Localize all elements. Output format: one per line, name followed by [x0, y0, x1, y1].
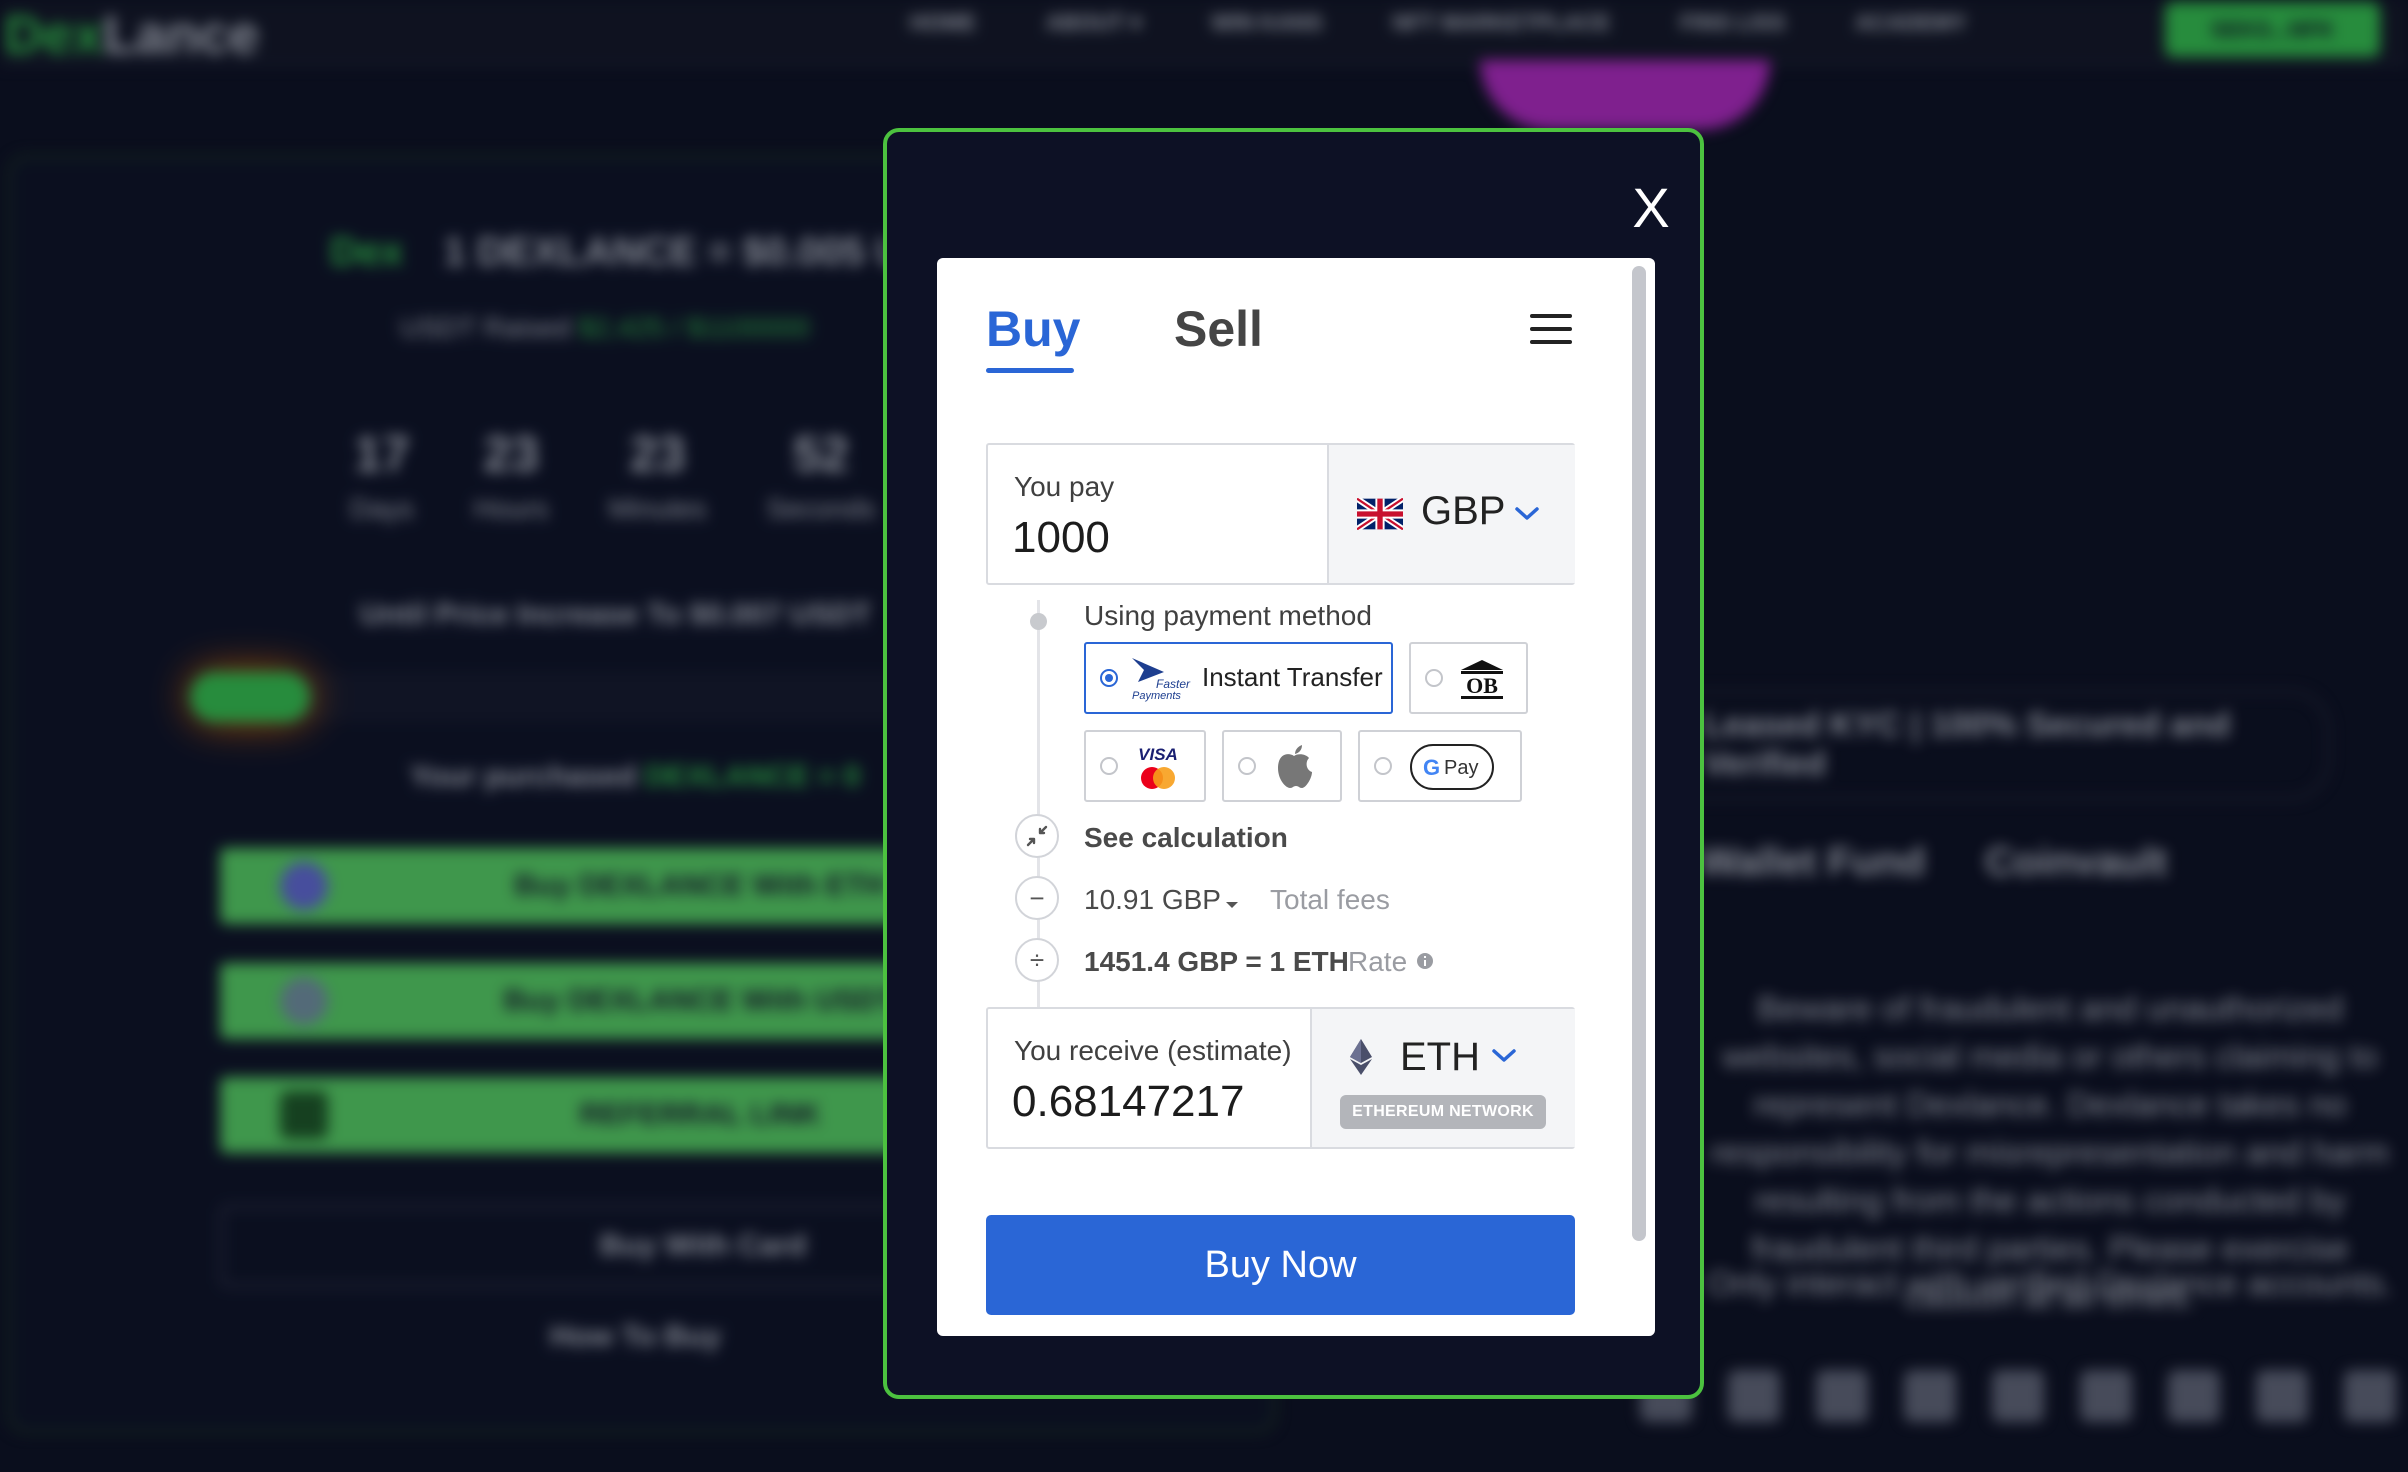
receive-label: You receive (estimate) [1014, 1035, 1292, 1066]
payment-option-google-pay[interactable]: G Pay [1358, 730, 1522, 802]
network-badge: ETHEREUM NETWORK [1340, 1095, 1546, 1129]
see-calculation-toggle[interactable]: See calculation [1084, 822, 1288, 854]
rate-label: Rate [1348, 946, 1408, 977]
fiat-currency-selector[interactable]: GBP [1327, 445, 1575, 583]
receive-value: 0.68147217 [1012, 1077, 1245, 1126]
fiat-currency-code: GBP [1421, 489, 1506, 533]
pay-label: You pay [1014, 471, 1115, 502]
tab-buy[interactable]: Buy [986, 300, 1080, 358]
hamburger-menu-icon[interactable] [1530, 314, 1572, 344]
info-icon[interactable] [1416, 952, 1434, 970]
radio-unselected [1425, 669, 1443, 687]
close-button[interactable]: X [1629, 178, 1673, 238]
svg-text:VISA: VISA [1138, 745, 1178, 764]
buy-now-button[interactable]: Buy Now [986, 1215, 1575, 1315]
pay-value[interactable]: 1000 [1012, 513, 1110, 563]
svg-text:OB: OB [1466, 673, 1498, 698]
uk-flag-icon [1357, 498, 1403, 530]
tab-sell[interactable]: Sell [1174, 300, 1263, 358]
radio-unselected [1238, 757, 1256, 775]
fees-value[interactable]: 10.91 GBP [1084, 884, 1221, 916]
apple-pay-icon [1278, 745, 1312, 788]
pay-amount-field: You pay 1000 GBP [986, 443, 1575, 585]
crypto-currency-code: ETH [1400, 1035, 1480, 1079]
timeline-dot [1030, 613, 1047, 630]
rate-value: 1451.4 GBP = 1 ETH [1084, 946, 1349, 977]
receive-amount-output: You receive (estimate) 0.68147217 [988, 1009, 1311, 1147]
svg-text:G: G [1423, 755, 1440, 780]
payment-option-instant-transfer[interactable]: Faster Payments Instant Transfer [1084, 642, 1393, 714]
pay-amount-input[interactable]: You pay 1000 [988, 445, 1328, 583]
divide-icon: ÷ [1015, 938, 1059, 982]
caret-down-icon[interactable] [1224, 900, 1240, 910]
svg-text:Pay: Pay [1444, 757, 1478, 779]
google-pay-icon: G Pay [1410, 744, 1494, 790]
payment-method-label: Using payment method [1084, 600, 1372, 631]
active-tab-indicator [986, 368, 1074, 373]
chevron-down-icon [1515, 507, 1539, 520]
faster-payments-icon: Faster Payments [1132, 658, 1191, 702]
crypto-currency-selector[interactable]: ETH ETHEREUM NETWORK [1310, 1009, 1575, 1147]
visa-mastercard-icon: VISA [1138, 745, 1178, 789]
svg-text:Faster: Faster [1156, 677, 1191, 691]
svg-text:Payments: Payments [1132, 690, 1181, 702]
minus-icon: − [1015, 876, 1059, 920]
payment-option-apple-pay[interactable] [1222, 730, 1342, 802]
ethereum-icon [1350, 1039, 1372, 1075]
radio-unselected [1374, 757, 1392, 775]
payment-option-open-banking[interactable]: OB [1409, 642, 1528, 714]
receive-amount-field: You receive (estimate) 0.68147217 ETH ET… [986, 1007, 1575, 1149]
chevron-down-icon [1492, 1049, 1516, 1062]
payment-option-label: Instant Transfer [1202, 662, 1383, 692]
collapse-icon[interactable] [1015, 814, 1059, 858]
open-banking-icon: OB [1461, 660, 1503, 699]
payment-option-card[interactable]: VISA [1084, 730, 1206, 802]
fees-label: Total fees [1270, 884, 1390, 915]
radio-unselected [1100, 757, 1118, 775]
widget-scrollbar[interactable] [1632, 266, 1646, 1241]
radio-selected [1100, 669, 1118, 687]
